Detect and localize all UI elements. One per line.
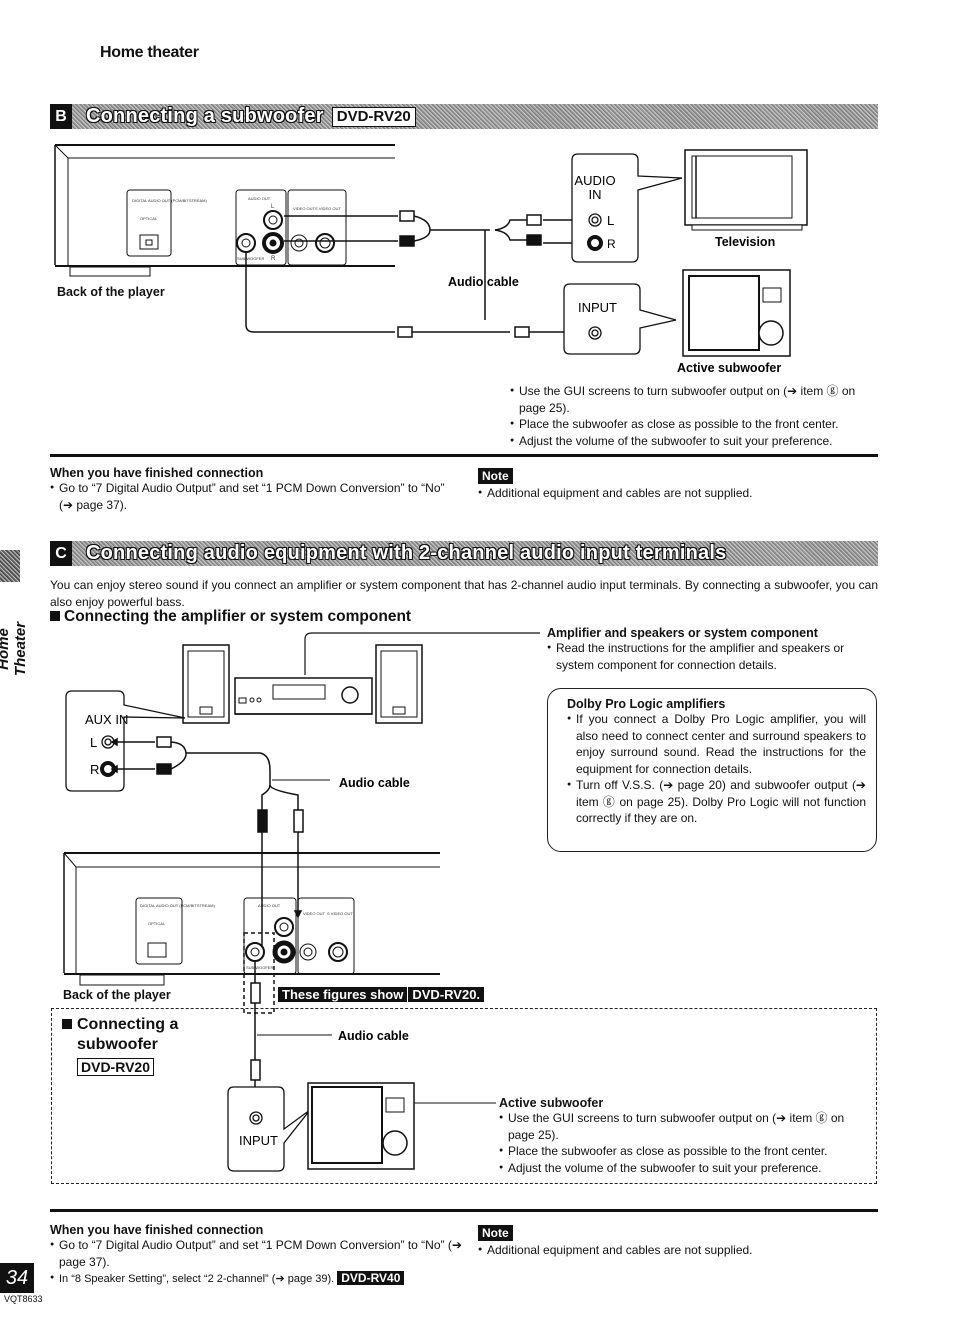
section-title: Connecting a subwoofer [86, 105, 324, 127]
video-out-label: VIDEO OUT [303, 911, 326, 916]
subwoofer-connection-diagram: DIGITAL AUDIO OUT (PCM/BITSTREAM) OPTICA… [54, 144, 808, 375]
dolby-heading: Dolby Pro Logic amplifiers [567, 697, 726, 711]
audio-out-label: AUDIO OUT [258, 903, 281, 908]
section-b-banner: B Connecting a subwoofer DVD-RV20 [50, 104, 878, 129]
section-divider [50, 1209, 878, 1212]
aux-in-label: AUX IN [85, 712, 128, 727]
section-letter: C [50, 541, 72, 566]
section-c-banner: C Connecting audio equipment with 2-chan… [50, 541, 878, 566]
list-item: Place the subwoofer as close as possible… [499, 1143, 874, 1160]
finished-heading: When you have finished connection [50, 1223, 264, 1237]
subwoofer-callout [563, 283, 677, 355]
note-b: Note Additional equipment and cables are… [478, 467, 878, 502]
cables [245, 210, 589, 338]
subwoofer-callout-input: INPUT [578, 300, 617, 315]
list-item: Turn off V.S.S. (➔ page 20) and subwoofe… [567, 777, 866, 827]
left-jack-label: L [271, 204, 275, 210]
aux-in-l: L [90, 735, 97, 750]
list-item: Place the subwoofer as close as possible… [510, 416, 880, 433]
model-tag: DVD-RV20 [77, 1058, 154, 1076]
active-subwoofer-notes: Active subwoofer Use the GUI screens to … [499, 1096, 874, 1176]
page-number: 34 [0, 1263, 34, 1293]
subheading-line1: Connecting a [77, 1016, 179, 1033]
subwoofer-notes: Use the GUI screens to turn subwoofer ou… [510, 383, 880, 449]
audio-cable-label: Audio cable [339, 776, 410, 790]
television-icon [684, 149, 808, 231]
section-letter: B [50, 104, 72, 129]
optical-label: OPTICAL [140, 216, 158, 221]
list-item: Adjust the volume of the subwoofer to su… [499, 1160, 874, 1177]
list-item: Additional equipment and cables are not … [478, 1242, 878, 1259]
section-c-intro: You can enjoy stereo sound if you connec… [50, 578, 878, 609]
list-item: If you connect a Dolby Pro Logic amplifi… [567, 711, 866, 777]
digital-out-label: DIGITAL AUDIO OUT (PCM/BITSTREAM) [140, 903, 215, 908]
section-title: Connecting audio equipment with 2-channe… [86, 542, 727, 564]
finished-connection-b: When you have finished connection Go to … [50, 466, 460, 513]
subwoofer-jack-label: SUB WOOFER [246, 965, 273, 970]
dolby-pro-logic-box: Dolby Pro Logic amplifiers If you connec… [547, 688, 877, 852]
amp-heading: Amplifier and speakers or system compone… [547, 626, 818, 640]
tv-callout-in: IN [589, 187, 602, 202]
tv-callout-l: L [607, 213, 614, 228]
tv-callout-audio: AUDIO [574, 173, 615, 188]
aux-in-r: R [90, 762, 99, 777]
list-item: Read the instructions for the amplifier … [547, 640, 882, 673]
list-item: Use the GUI screens to turn subwoofer ou… [510, 383, 880, 416]
subwoofer-jack-label: SUB WOOFER [237, 256, 264, 261]
player-back [54, 144, 395, 277]
list-item: Adjust the volume of the subwoofer to su… [510, 433, 880, 450]
active-subwoofer-icon [682, 269, 791, 357]
list-item: Go to “7 Digital Audio Output” and set “… [50, 480, 460, 513]
s-video-out-label: S VIDEO OUT [315, 206, 341, 211]
list-item: In “8 Speaker Setting”, select “2 2-chan… [50, 1270, 470, 1288]
square-bullet-icon [50, 611, 60, 621]
square-bullet-icon [62, 1019, 72, 1029]
note-badge: Note [478, 1225, 513, 1241]
digital-out-label: DIGITAL AUDIO OUT (PCM/BITSTREAM) [132, 198, 207, 203]
side-tab-pattern [0, 550, 20, 582]
list-item-text: In “8 Speaker Setting”, select “2 2-chan… [59, 1273, 335, 1285]
figures-note: These figures show DVD-RV20. [278, 987, 485, 1003]
figures-note-model: DVD-RV20. [408, 987, 485, 1002]
running-head: Home theater [100, 44, 199, 61]
model-tag: DVD-RV40 [337, 1271, 405, 1285]
amplifier-system-icon [182, 632, 540, 724]
right-jack-label: R [271, 256, 276, 262]
list-item: Go to “7 Digital Audio Output” and set “… [50, 1237, 470, 1270]
section-divider [50, 454, 878, 457]
model-tag: DVD-RV20 [331, 106, 416, 127]
finished-connection-c: When you have finished connection Go to … [50, 1223, 470, 1288]
audio-cable-label: Audio cable [448, 275, 519, 289]
stereo-cable [110, 736, 330, 947]
note-c: Note Additional equipment and cables are… [478, 1224, 878, 1259]
note-badge: Note [478, 468, 513, 484]
television-label: Television [715, 235, 775, 249]
amp-notes: Amplifier and speakers or system compone… [547, 626, 882, 673]
player-label: Back of the player [57, 285, 165, 299]
audio-out-label: AUDIO OUT [248, 196, 271, 201]
tv-callout-r: R [607, 237, 616, 251]
document-code: VQT8633 [4, 1294, 43, 1304]
list-item: Additional equipment and cables are not … [478, 485, 878, 502]
side-tab-label: Home Theater [0, 621, 29, 677]
figures-note-text: These figures show [278, 987, 408, 1002]
optical-label: OPTICAL [148, 921, 166, 926]
active-subwoofer-label: Active subwoofer [677, 361, 781, 375]
s-video-out-label: S VIDEO OUT [327, 911, 353, 916]
active-subwoofer-label: Active subwoofer [499, 1096, 604, 1110]
subheading-line2: subwoofer [77, 1036, 158, 1053]
finished-heading: When you have finished connection [50, 466, 264, 480]
list-item: Use the GUI screens to turn subwoofer ou… [499, 1110, 874, 1143]
player-label-c: Back of the player [63, 988, 171, 1002]
subwoofer-subheading: Connecting a subwoofer DVD-RV20 [62, 1015, 178, 1078]
amp-subheading-text: Connecting the amplifier or system compo… [64, 608, 412, 625]
amp-subheading: Connecting the amplifier or system compo… [50, 608, 411, 626]
video-out-label: VIDEO OUT [293, 206, 316, 211]
tv-callout [571, 153, 683, 263]
